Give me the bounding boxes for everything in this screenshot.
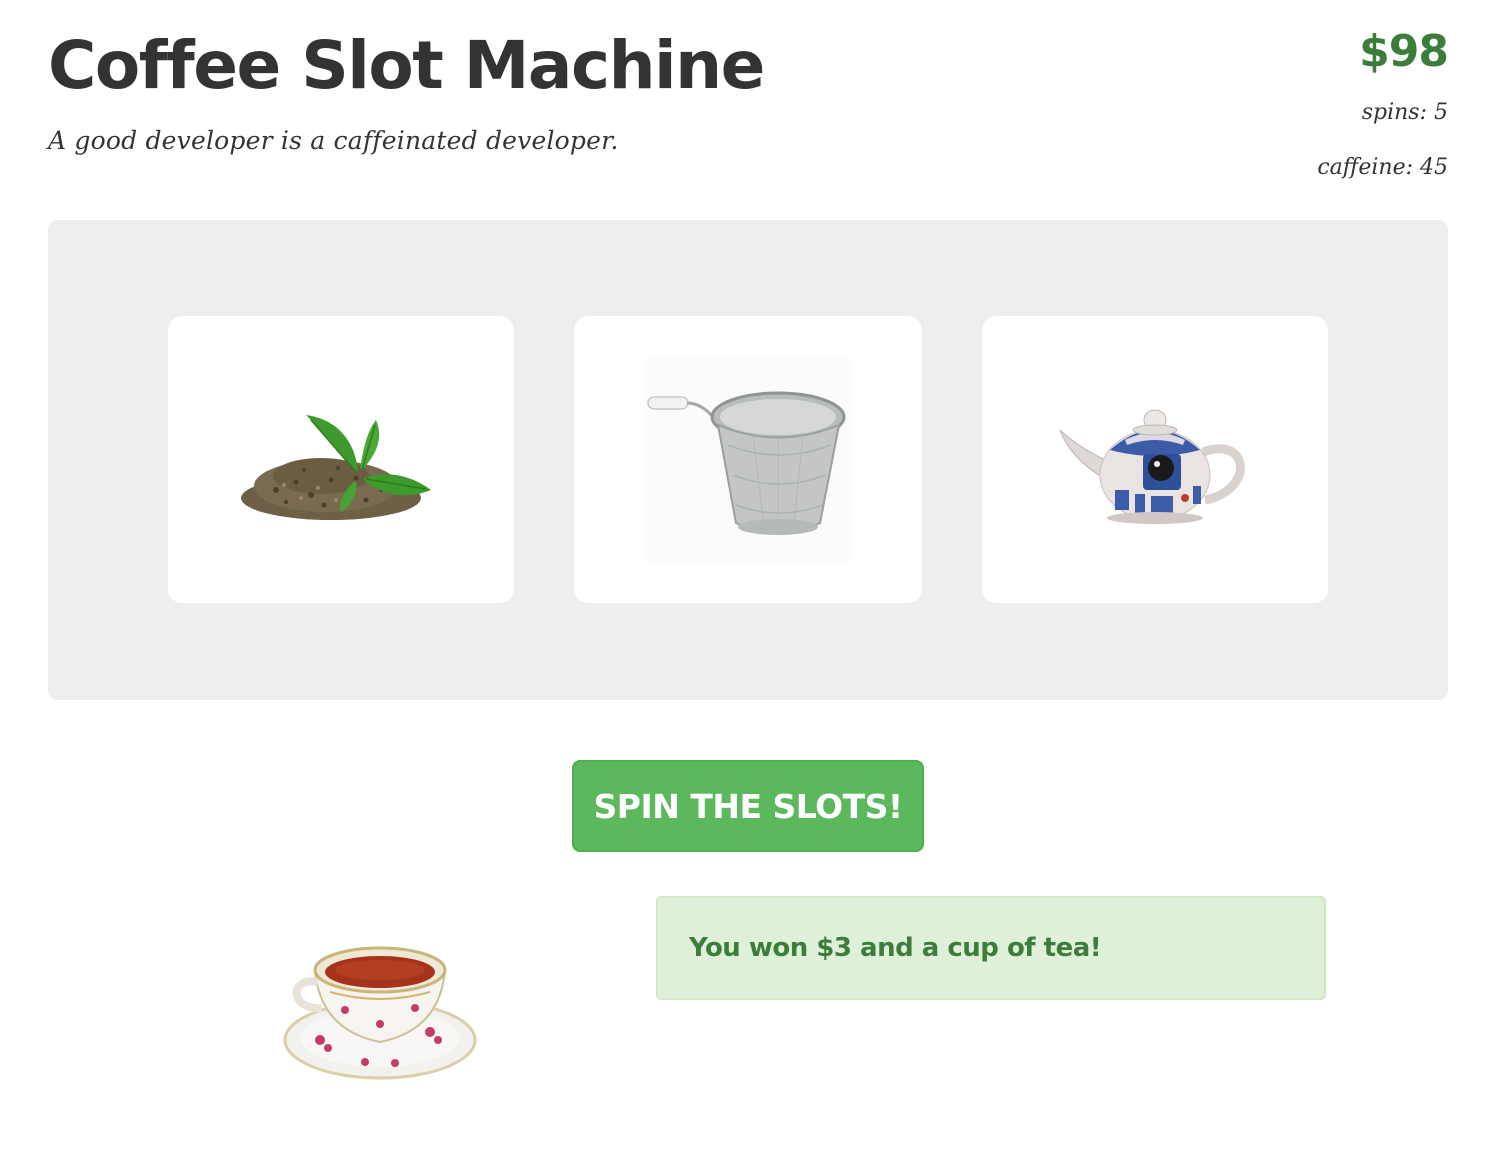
r2d2-teapot-icon [1059,409,1245,524]
teacup-icon [283,946,477,1080]
stats-panel: $98 spins: 5 caffeine: 45 [1317,24,1449,180]
money-balance: $98 [1359,26,1449,77]
prize-image [270,900,490,1095]
tagline: A good developer is a caffeinated develo… [48,126,619,155]
slot-reel-2 [574,316,922,603]
spin-button[interactable]: SPIN THE SLOTS! [572,760,924,852]
caffeine-level: caffeine: 45 [1317,155,1448,180]
result-alert: You won $3 and a cup of tea! [656,896,1326,1000]
tea-strainer-icon [645,356,851,563]
slot-machine-panel [48,220,1448,700]
page-title: Coffee Slot Machine [48,27,765,104]
result-message: You won $3 and a cup of tea! [689,933,1102,963]
spins-count: spins: 5 [1361,100,1448,125]
slot-reel-3 [982,316,1328,603]
tea-leaves-icon [241,414,431,520]
slot-reel-1 [168,316,514,603]
